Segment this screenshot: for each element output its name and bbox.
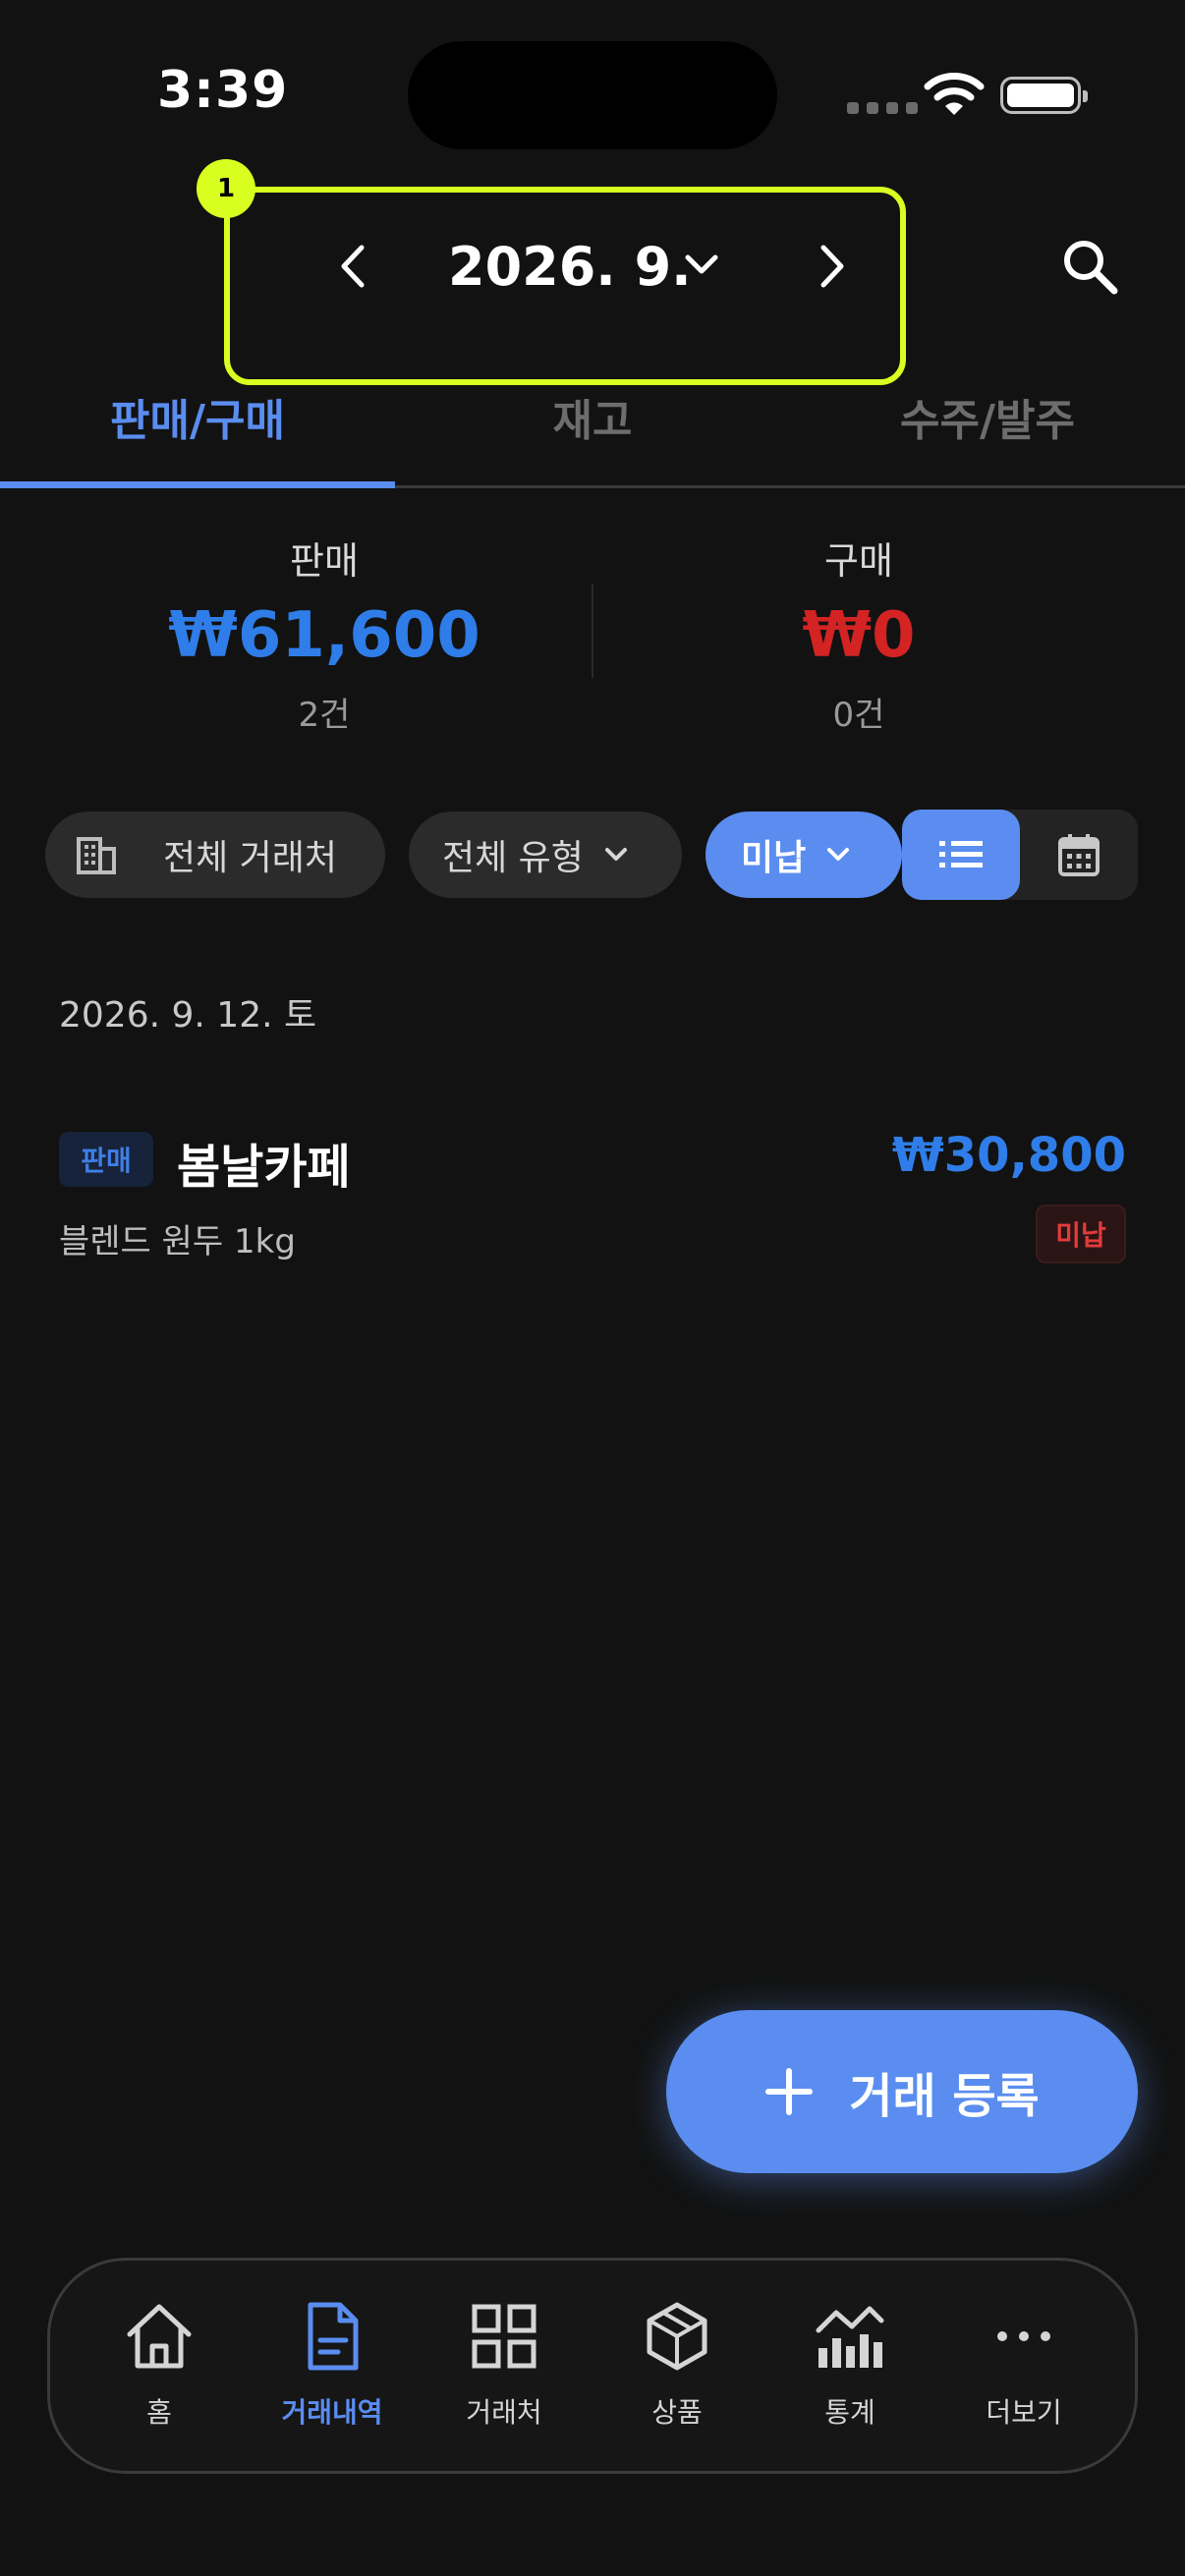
type-filter-chip[interactable]: 전체 유형	[409, 812, 682, 898]
month-label[interactable]: 2026. 9.	[448, 236, 692, 298]
sales-summary-label: 판매	[290, 539, 359, 583]
document-icon	[308, 2302, 359, 2371]
tab-orders[interactable]: 수주/발주	[790, 385, 1185, 448]
nav-label-transactions: 거래내역	[281, 2396, 383, 2429]
transaction-amount[interactable]: ₩30,800	[892, 1128, 1126, 1183]
sales-summary-amount: ₩61,600	[168, 599, 480, 672]
calendar-view-button[interactable]	[1020, 810, 1138, 900]
grid-icon	[472, 2304, 536, 2369]
tab-inventory[interactable]: 재고	[395, 385, 790, 448]
payment-filter-chip[interactable]: 미납	[705, 812, 902, 898]
status-time: 3:39	[157, 61, 289, 120]
dynamic-island	[408, 41, 777, 149]
building-icon	[77, 837, 116, 874]
battery-icon	[1000, 77, 1088, 114]
type-filter-label: 전체 유형	[442, 838, 584, 878]
nav-item-statistics[interactable]: 통계	[776, 2299, 924, 2431]
purchase-summary-amount: ₩0	[802, 599, 916, 672]
chevron-down-icon	[604, 848, 627, 861]
payment-filter-label: 미납	[741, 838, 807, 878]
partner-filter-label: 전체 거래처	[163, 838, 338, 878]
nav-item-home[interactable]: 홈	[85, 2299, 233, 2431]
annotation-badge: 1	[197, 159, 255, 218]
chevron-down-icon	[827, 848, 850, 861]
plus-icon	[765, 2068, 814, 2115]
tab-indicator	[0, 481, 395, 488]
tab-sales-purchase[interactable]: 판매/구매	[0, 385, 395, 448]
summary-divider	[592, 584, 593, 678]
nav-label-statistics: 통계	[824, 2396, 875, 2429]
transaction-item[interactable]: 블렌드 원두 1kg	[59, 1214, 296, 1262]
purchase-summary-count: 0건	[832, 696, 885, 735]
list-icon	[939, 841, 983, 868]
chart-icon	[816, 2306, 884, 2368]
payment-status-badge: 미납	[1036, 1204, 1126, 1263]
list-view-button[interactable]	[902, 810, 1020, 900]
add-transaction-label: 거래 등록	[849, 2069, 1040, 2124]
date-group-header: 2026. 9. 12. 토	[59, 995, 317, 1036]
next-month-button[interactable]	[812, 242, 851, 291]
nav-item-products[interactable]: 상품	[603, 2299, 751, 2431]
chevron-down-icon[interactable]	[682, 248, 721, 283]
wifi-icon	[924, 73, 985, 115]
calendar-icon	[1058, 834, 1100, 876]
nav-label-products: 상품	[651, 2396, 703, 2429]
transaction-partner[interactable]: 봄날카페	[177, 1128, 351, 1197]
nav-item-transactions[interactable]: 거래내역	[258, 2299, 406, 2431]
nav-label-home: 홈	[146, 2396, 172, 2429]
search-icon[interactable]	[1059, 236, 1120, 297]
partner-filter-chip[interactable]: 전체 거래처	[45, 812, 385, 898]
more-icon	[997, 2331, 1050, 2341]
box-icon	[647, 2302, 707, 2371]
nav-item-partners[interactable]: 거래처	[430, 2299, 578, 2431]
nav-label-partners: 거래처	[466, 2396, 542, 2429]
add-transaction-button[interactable]: 거래 등록	[666, 2010, 1138, 2173]
transaction-type-tag: 판매	[59, 1132, 153, 1187]
cellular-signal-icon	[847, 102, 918, 114]
previous-month-button[interactable]	[334, 242, 373, 291]
sales-summary-count: 2건	[298, 696, 351, 735]
nav-item-more[interactable]: 더보기	[950, 2299, 1098, 2431]
purchase-summary-label: 구매	[824, 539, 893, 583]
nav-label-more: 더보기	[986, 2396, 1062, 2429]
home-icon	[127, 2304, 192, 2369]
